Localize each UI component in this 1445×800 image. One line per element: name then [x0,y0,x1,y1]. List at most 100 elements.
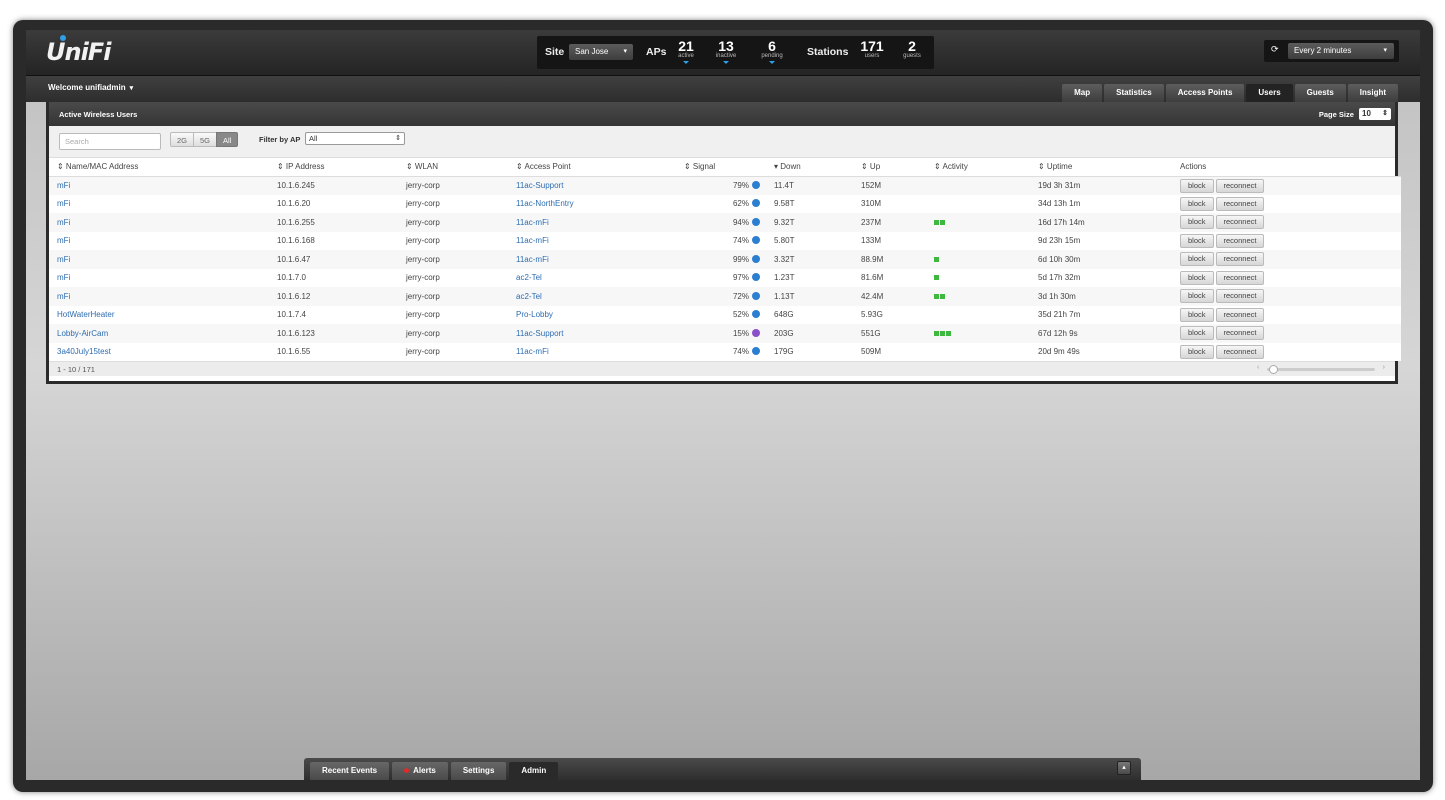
refresh-interval-select[interactable]: Every 2 minutes ▾ [1288,43,1394,59]
access-point-link[interactable]: 11ac-mFi [516,347,549,356]
stations-guests-stat[interactable]: 2 guests [897,39,927,60]
client-name-link[interactable]: mFi [57,218,70,227]
client-name-link[interactable]: mFi [57,273,70,282]
table-row[interactable]: mFi 10.1.6.47 jerry-corp 11ac-mFi 99% 3.32T 88… [49,250,1401,269]
col-activity[interactable]: ⇕ Activity [926,158,1030,177]
client-name-link[interactable]: Lobby-AirCam [57,329,108,338]
block-button[interactable]: block [1180,196,1214,211]
table-row[interactable]: 3a40July15test 10.1.6.55 jerry-corp 11ac-mF… [49,342,1401,361]
tab-map[interactable]: Map [1062,84,1103,102]
table-row[interactable]: HotWaterHeater 10.1.7.4 jerry-corp Pro-Lobb… [49,305,1401,324]
block-button[interactable]: block [1180,307,1214,322]
access-point-link[interactable]: 11ac-mFi [516,255,549,264]
band-5g-button[interactable]: 5G [193,132,218,147]
access-point-link[interactable]: 11ac-mFi [516,218,549,227]
access-point-link[interactable]: 11ac-NorthEntry [516,199,574,208]
client-name-link[interactable]: mFi [57,255,70,264]
table-row[interactable]: mFi 10.1.6.12 jerry-corp ac2-Tel 72% 1.13T 42.… [49,287,1401,306]
tab-admin[interactable]: Admin [509,762,559,780]
block-button[interactable]: block [1180,270,1214,285]
scroll-knob[interactable] [1269,365,1278,374]
client-name-link[interactable]: mFi [57,292,70,301]
site-select[interactable]: San Jose ▾ [569,44,633,60]
activity-bar [934,275,939,281]
filter-ap-select[interactable]: All ⇕ [305,132,405,145]
table-row[interactable]: mFi 10.1.6.255 jerry-corp 11ac-mFi 94% 9.32T 2… [49,213,1401,232]
block-button[interactable]: block [1180,344,1214,359]
expand-panel-button[interactable]: ▴ [1117,761,1131,775]
client-ip: 10.1.6.255 [269,213,398,232]
reconnect-button[interactable]: reconnect [1215,344,1265,359]
col-ip[interactable]: ⇕ IP Address [269,158,398,177]
panel-header: Active Wireless Users Page Size 10 ⇕ [49,102,1395,126]
table-row[interactable]: Lobby-AirCam 10.1.6.123 jerry-corp 11ac-Sup… [49,324,1401,343]
access-point-link[interactable]: ac2-Tel [516,292,542,301]
tab-users[interactable]: Users [1246,84,1293,102]
access-point-link[interactable]: ac2-Tel [516,273,542,282]
access-point-link[interactable]: 11ac-Support [516,181,563,190]
client-name-link[interactable]: mFi [57,236,70,245]
tab-recent-events[interactable]: Recent Events [310,762,390,780]
block-button[interactable]: block [1180,215,1214,230]
access-point-link[interactable]: 11ac-mFi [516,236,549,245]
aps-pending-stat[interactable]: 6 pending [757,39,787,64]
reconnect-button[interactable]: reconnect [1215,196,1265,211]
col-down[interactable]: ▾ Down [766,158,853,177]
client-name-link[interactable]: HotWaterHeater [57,310,115,319]
activity-bar [934,256,939,262]
block-button[interactable]: block [1180,326,1214,341]
reconnect-button[interactable]: reconnect [1215,307,1265,322]
band-all-button[interactable]: All [216,132,239,147]
aps-inactive-stat[interactable]: 13 inactive [711,39,741,64]
client-name-link[interactable]: mFi [57,199,70,208]
aps-active-stat[interactable]: 21 active [671,39,701,64]
col-uptime[interactable]: ⇕ Uptime [1030,158,1172,177]
col-signal[interactable]: ⇕ Signal [676,158,766,177]
table-row[interactable]: mFi 10.1.6.20 jerry-corp 11ac-NorthEntry 62%… [49,194,1401,213]
access-point-link[interactable]: Pro-Lobby [516,310,553,319]
signal-value: 94% [732,217,749,227]
block-button[interactable]: block [1180,233,1214,248]
table-row[interactable]: mFi 10.1.6.168 jerry-corp 11ac-mFi 74% 5.80T 1… [49,231,1401,250]
client-signal: 74% [676,231,766,250]
col-access-point[interactable]: ⇕ Access Point [508,158,676,177]
col-up[interactable]: ⇕ Up [853,158,926,177]
page-size-select[interactable]: 10 ⇕ [1359,108,1391,120]
signal-value: 62% [732,199,749,209]
reconnect-button[interactable]: reconnect [1215,326,1265,341]
table-row[interactable]: mFi 10.1.7.0 jerry-corp ac2-Tel 97% 1.23T 81.6… [49,268,1401,287]
aps-pending-label: pending [761,53,783,59]
stations-users-stat[interactable]: 171 users [857,39,887,60]
client-name-link[interactable]: mFi [57,181,70,190]
client-name-link[interactable]: 3a40July15test [57,347,111,356]
block-button[interactable]: block [1180,252,1214,267]
block-button[interactable]: block [1180,289,1214,304]
col-wlan[interactable]: ⇕ WLAN [398,158,508,177]
user-menu[interactable]: Welcome unifiadmin ▾ [48,83,133,92]
table-row[interactable]: mFi 10.1.6.245 jerry-corp 11ac-Support 79% 11… [49,176,1401,195]
aps-inactive-count: 13 [718,38,734,54]
reconnect-button[interactable]: reconnect [1215,178,1265,193]
reconnect-button[interactable]: reconnect [1215,252,1265,267]
reconnect-button[interactable]: reconnect [1215,270,1265,285]
tab-statistics[interactable]: Statistics [1104,84,1164,102]
band-2g-button[interactable]: 2G [170,132,195,147]
horizontal-scrollbar[interactable]: ‹ › [1257,364,1385,374]
tab-insight[interactable]: Insight [1347,84,1398,102]
scroll-right-icon[interactable]: › [1383,364,1385,371]
scroll-left-icon[interactable]: ‹ [1257,364,1259,371]
activity-bar [934,293,939,299]
search-input[interactable] [59,133,161,150]
refresh-icon[interactable]: ⟳ [1271,44,1279,55]
reconnect-button[interactable]: reconnect [1215,215,1265,230]
reconnect-button[interactable]: reconnect [1215,233,1265,248]
tab-alerts[interactable]: Alerts [392,762,448,780]
tab-settings[interactable]: Settings [450,762,507,780]
tab-access-points[interactable]: Access Points [1165,84,1245,102]
col-name[interactable]: ⇕ Name/MAC Address [49,158,269,177]
reconnect-button[interactable]: reconnect [1215,289,1265,304]
access-point-link[interactable]: 11ac-Support [516,329,563,338]
refresh-interval-value: Every 2 minutes [1294,46,1352,55]
block-button[interactable]: block [1180,178,1214,193]
tab-guests[interactable]: Guests [1294,84,1346,102]
